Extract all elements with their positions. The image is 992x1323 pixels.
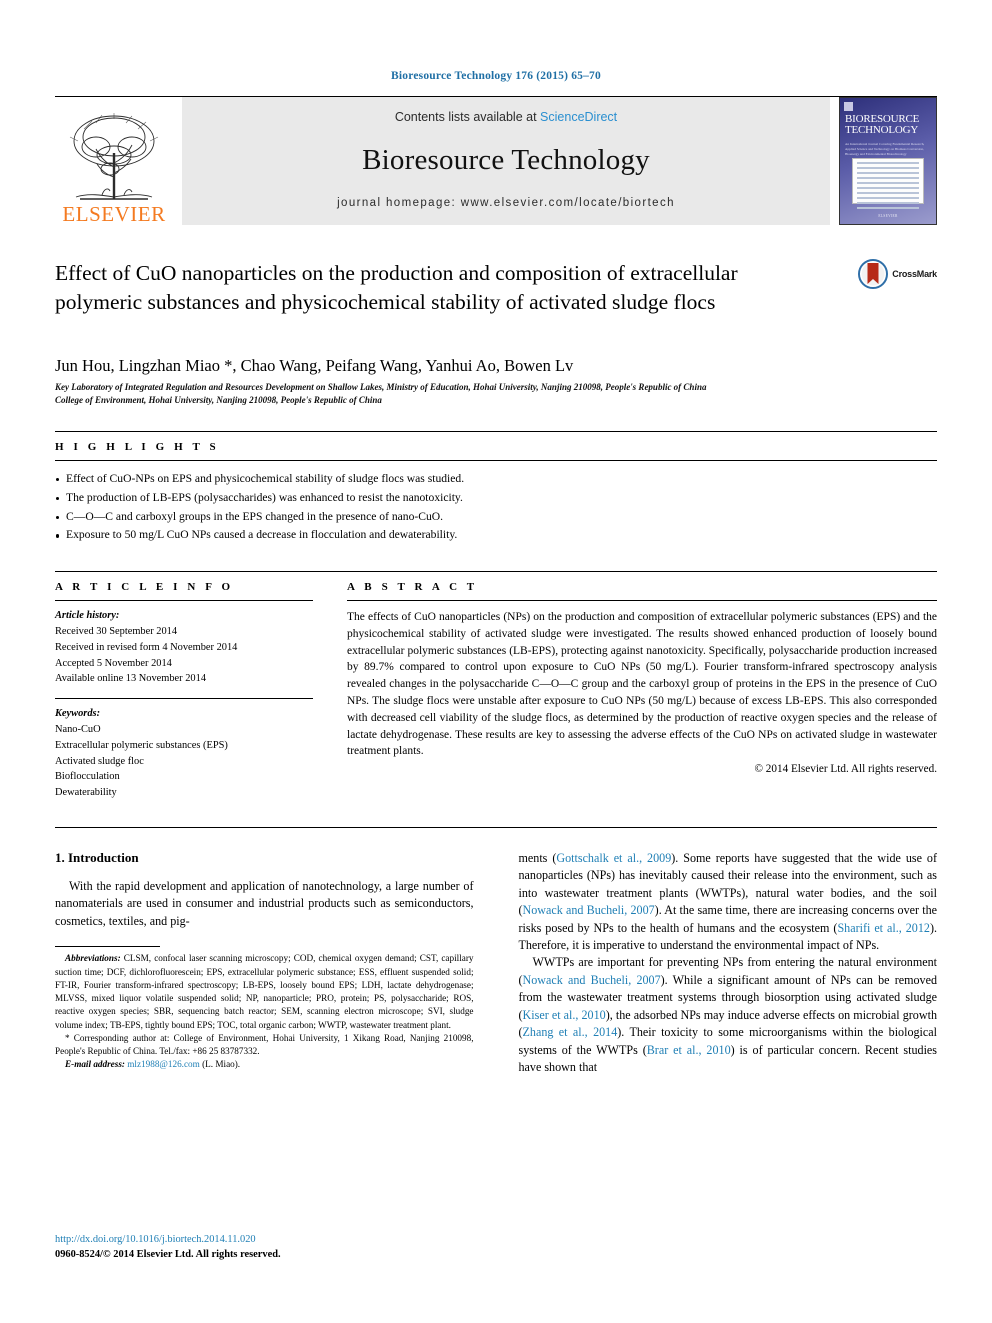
cover-footer: ELSEVIER [878, 214, 898, 218]
cover-corner-mark [844, 102, 853, 111]
cover-blurb: An International Journal Covering Fundam… [845, 142, 925, 157]
footnote-block: Abbreviations: CLSM, confocal laser scan… [55, 946, 474, 1071]
body-right-column: ments (Gottschalk et al., 2009). Some re… [519, 850, 938, 1076]
citation-link[interactable]: Brar et al., 2010 [647, 1043, 731, 1057]
body-top-divider [55, 827, 937, 829]
history-item: Available online 13 November 2014 [55, 673, 207, 685]
keywords-divider [55, 698, 313, 700]
article-info-column: A R T I C L E I N F O Article history: R… [55, 581, 313, 801]
abbreviations-note: Abbreviations: CLSM, confocal laser scan… [55, 952, 474, 1032]
abstract-copyright: © 2014 Elsevier Ltd. All rights reserved… [754, 763, 938, 776]
body-paragraph: ments (Gottschalk et al., 2009). Some re… [519, 850, 938, 954]
issn-copyright: 0960-8524/© 2014 Elsevier Ltd. All right… [55, 1249, 281, 1261]
history-item: Received 30 September 2014 [55, 625, 178, 637]
page-title: Effect of CuO nanoparticles on the produ… [55, 261, 738, 314]
keyword-item: Bioflocculation [55, 771, 120, 783]
elsevier-wordmark: ELSEVIER [62, 202, 166, 226]
sciencedirect-link[interactable]: ScienceDirect [540, 110, 617, 124]
list-item: The production of LB-EPS (polysaccharide… [55, 489, 937, 508]
citation-link[interactable]: Kiser et al., 2010 [523, 1008, 606, 1022]
abstract-divider [347, 600, 937, 602]
list-item: Effect of CuO-NPs on EPS and physicochem… [55, 470, 937, 489]
title-block: Effect of CuO nanoparticles on the produ… [55, 259, 937, 335]
journal-masthead: ELSEVIER Contents lists available at Sci… [55, 96, 937, 225]
contents-prefix: Contents lists available at [394, 110, 537, 124]
elsevier-logo: ELSEVIER [55, 97, 173, 225]
abstract-column: A B S T R A C T The effects of CuO nanop… [347, 581, 937, 801]
crossmark-icon [858, 259, 889, 289]
highlights-section: H I G H L I G H T S [55, 430, 937, 453]
info-abstract-block: A R T I C L E I N F O Article history: R… [55, 571, 937, 801]
highlights-list: Effect of CuO-NPs on EPS and physicochem… [55, 470, 937, 545]
history-item: Received in revised form 4 November 2014 [55, 641, 238, 653]
keyword-item: Nano-CuO [55, 723, 101, 735]
abbreviations-body: CLSM, confocal laser scanning microscopy… [55, 953, 474, 1030]
crossmark-label: CrossMark [892, 269, 937, 279]
list-item: C—O—C and carboxyl groups in the EPS cha… [55, 508, 937, 527]
history-item: Accepted 5 November 2014 [55, 657, 172, 669]
elsevier-tree-icon [69, 113, 159, 200]
body-paragraph: WWTPs are important for preventing NPs f… [519, 954, 938, 1076]
journal-article-page: Bioresource Technology 176 (2015) 65–70 [0, 0, 992, 1323]
affiliation-item: Key Laboratory of Integrated Regulation … [55, 382, 707, 393]
crossmark-badge[interactable]: CrossMark [858, 259, 937, 289]
keywords-label: Keywords: [55, 708, 101, 720]
citation-link[interactable]: Zhang et al., 2014 [523, 1025, 618, 1039]
abstract-heading: A B S T R A C T [347, 581, 478, 594]
email-label: E-mail address: [65, 1059, 125, 1070]
running-head: Bioresource Technology 176 (2015) 65–70 [391, 70, 601, 82]
cover-title: BIORESOURCE TECHNOLOGY [845, 113, 920, 137]
contents-line: Contents lists available at ScienceDirec… [395, 110, 617, 124]
citation-link[interactable]: Sharifi et al., 2012 [837, 921, 930, 935]
email-note: E-mail address: mlz1988@126.com (L. Miao… [55, 1058, 474, 1071]
highlights-divider [55, 459, 937, 461]
keywords-list: Keywords: Nano-CuO Extracellular polymer… [55, 706, 313, 801]
keyword-item: Extracellular polymeric substances (EPS) [55, 739, 228, 751]
citation-link[interactable]: Nowack and Bucheli, 2007 [523, 903, 655, 917]
highlights-heading: H I G H L I G H T S [55, 440, 220, 453]
body-paragraph: With the rapid development and applicati… [55, 879, 474, 928]
list-item: Exposure to 50 mg/L CuO NPs caused a dec… [55, 526, 937, 545]
author-list: Jun Hou, Lingzhan Miao *, Chao Wang, Pei… [55, 355, 937, 376]
masthead-center: Contents lists available at ScienceDirec… [182, 97, 830, 225]
footnote-text: Abbreviations: CLSM, confocal laser scan… [55, 952, 474, 1071]
body-left-column: 1. Introduction With the rapid developme… [55, 850, 474, 1076]
abbreviations-label: Abbreviations: [65, 953, 121, 964]
citation-link[interactable]: Nowack and Bucheli, 2007 [523, 973, 661, 987]
journal-title: Bioresource Technology [362, 144, 650, 176]
email-suffix: (L. Miao). [199, 1059, 241, 1070]
section-heading-introduction: 1. Introduction [55, 850, 139, 866]
abstract-text: The effects of CuO nanoparticles (NPs) o… [347, 611, 937, 758]
text-run: ments ( [518, 851, 557, 866]
author-names: Jun Hou, Lingzhan Miao *, Chao Wang, Pei… [55, 356, 574, 375]
affiliation-item: College of Environment, Hohai University… [55, 395, 382, 406]
article-history-label: Article history: [55, 610, 120, 622]
article-info-heading: A R T I C L E I N F O [55, 581, 234, 594]
journal-homepage-link[interactable]: journal homepage: www.elsevier.com/locat… [337, 197, 675, 209]
body-two-column: 1. Introduction With the rapid developme… [55, 850, 937, 1076]
affiliations: Key Laboratory of Integrated Regulation … [55, 381, 937, 407]
doi-link[interactable]: http://dx.doi.org/10.1016/j.biortech.201… [55, 1232, 281, 1248]
citation-link[interactable]: Gottschalk et al., 2009 [556, 851, 671, 865]
cover-table-graphic [852, 158, 924, 209]
page-footer: http://dx.doi.org/10.1016/j.biortech.201… [55, 1232, 281, 1263]
keyword-item: Activated sludge floc [55, 755, 144, 767]
article-info-divider [55, 600, 313, 602]
footnote-rule [55, 946, 160, 948]
journal-cover-thumbnail[interactable]: BIORESOURCE TECHNOLOGY An International … [839, 97, 937, 225]
keyword-item: Dewaterability [55, 787, 117, 799]
article-history: Article history: Received 30 September 2… [55, 608, 313, 687]
corresponding-author-note: * Corresponding author at: College of En… [55, 1032, 474, 1056]
email-link[interactable]: mlz1988@126.com [127, 1059, 200, 1069]
